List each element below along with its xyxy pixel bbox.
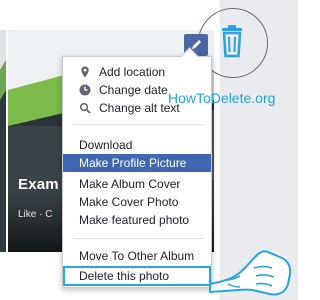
menu-item-label: Add location bbox=[99, 65, 166, 79]
menu-item-label: Make Cover Photo bbox=[79, 195, 179, 209]
watermark-text: HowToDelete.org bbox=[168, 90, 276, 106]
menu-item-make-cover-photo[interactable]: Make Cover Photo bbox=[63, 193, 211, 211]
trash-icon[interactable] bbox=[220, 24, 244, 58]
clock-icon bbox=[79, 84, 91, 96]
menu-item-make-profile-picture[interactable]: Make Profile Picture bbox=[63, 154, 211, 172]
menu-separator bbox=[73, 238, 203, 239]
menu-item-add-location[interactable]: Add location bbox=[63, 63, 211, 81]
menu-item-label: Make Profile Picture bbox=[79, 156, 187, 170]
menu-item-make-album-cover[interactable]: Make Album Cover bbox=[63, 175, 211, 193]
pointing-hand-icon bbox=[209, 250, 292, 296]
menu-separator bbox=[73, 124, 203, 125]
menu-item-move-to-other-album[interactable]: Move To Other Album bbox=[63, 247, 211, 265]
photo-title: Exam bbox=[18, 176, 59, 193]
menu-item-download[interactable]: Download bbox=[63, 136, 211, 154]
photo-like-comment-links[interactable]: Like · C bbox=[18, 209, 52, 220]
menu-item-delete-this-photo[interactable]: Delete this photo bbox=[63, 266, 211, 286]
menu-item-label: Make featured photo bbox=[79, 213, 190, 227]
menu-item-label: Move To Other Album bbox=[79, 249, 195, 263]
menu-item-label: Delete this photo bbox=[79, 269, 170, 283]
magnifier-icon bbox=[79, 102, 91, 114]
menu-item-label: Change date bbox=[99, 83, 168, 97]
menu-item-label: Make Album Cover bbox=[79, 177, 181, 191]
screenshot-stage: Exam Like · C Add location Change date C… bbox=[0, 0, 298, 300]
location-pin-icon bbox=[81, 66, 89, 78]
photo-left-thumbnail[interactable] bbox=[0, 30, 6, 252]
menu-item-label: Download bbox=[79, 138, 133, 152]
menu-item-make-featured-photo[interactable]: Make featured photo bbox=[63, 211, 211, 229]
